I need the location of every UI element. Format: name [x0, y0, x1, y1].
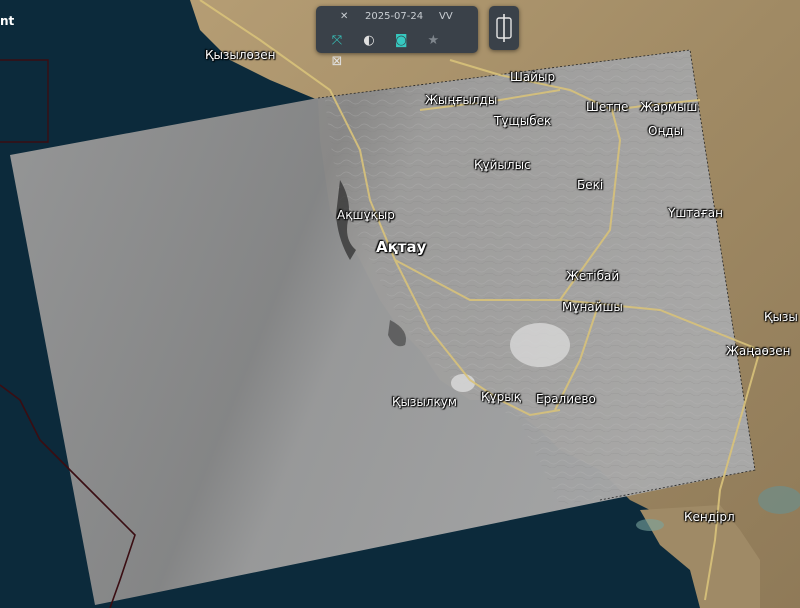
place-label[interactable]: Жаңаөзен [726, 344, 791, 358]
place-label[interactable]: Тұщыбек [494, 114, 551, 128]
place-label[interactable]: Жармыш [640, 100, 697, 114]
place-label[interactable]: Үштаған [668, 206, 723, 220]
place-label[interactable]: Ақшұқыр [337, 208, 395, 222]
place-label[interactable]: Қызылөзен [205, 48, 275, 62]
place-label[interactable]: Ақтау [376, 238, 426, 256]
place-label[interactable]: Шайыр [510, 70, 555, 84]
place-label[interactable]: Қызы [764, 310, 798, 324]
split-view-icon [496, 14, 512, 42]
camera-icon[interactable]: ◙ [392, 32, 410, 50]
place-label[interactable]: Құйылыс [474, 158, 531, 172]
lake [510, 323, 570, 367]
place-label[interactable]: Оңды [648, 124, 683, 138]
compare-split-button[interactable] [489, 6, 519, 50]
close-box-icon[interactable]: ⊠ [328, 53, 346, 71]
place-label[interactable]: Жетібай [566, 269, 619, 283]
salt-flat [636, 519, 664, 531]
polarization-label: VV [439, 11, 453, 22]
star-icon[interactable]: ★ [424, 32, 442, 50]
place-label[interactable]: Шетпе [586, 100, 628, 114]
map-canvas[interactable] [0, 0, 800, 608]
lake [451, 374, 475, 392]
place-label[interactable]: Жыңғылды [425, 93, 497, 107]
satellite-icon[interactable]: ⤧ [328, 32, 346, 50]
place-label[interactable]: Құрық [481, 390, 521, 404]
place-label[interactable]: Ералиево [536, 392, 596, 406]
truncated-label: nt [0, 14, 15, 28]
place-label[interactable]: Бекі [577, 178, 603, 192]
acquisition-date: 2025-07-24 [365, 11, 424, 22]
salt-flat [758, 486, 800, 514]
layers-icon[interactable]: ◐ [360, 32, 378, 50]
place-label[interactable]: Мұнайшы [562, 300, 623, 314]
image-toolbar: ✕ 2025-07-24 VV ⤧ ◐ ◙ ★ ⊠ [316, 6, 478, 69]
place-label[interactable]: Кендірл [684, 510, 735, 524]
satellite-icon: ✕ [340, 11, 349, 22]
place-label[interactable]: Қызылкум [392, 395, 457, 409]
